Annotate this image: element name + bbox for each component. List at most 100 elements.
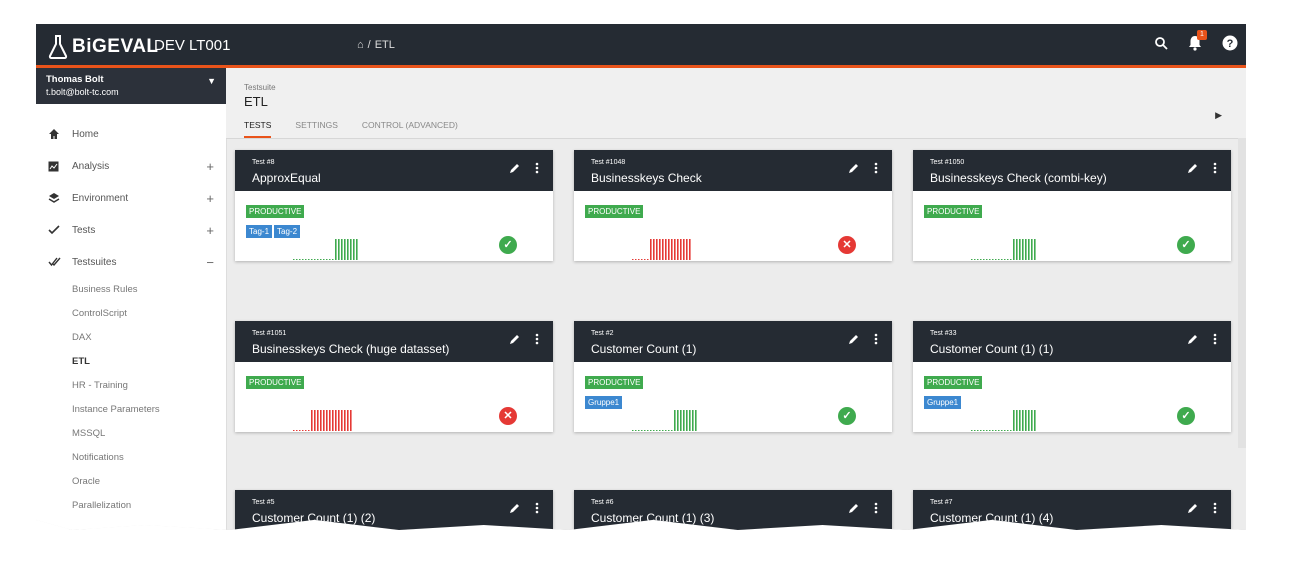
- test-card[interactable]: Test #2 Customer Count (1) PRODUCTIVE Grupp…: [574, 321, 892, 432]
- testsuite-item[interactable]: HR - Training: [36, 374, 226, 398]
- more-vert-icon[interactable]: [1213, 502, 1217, 517]
- test-card[interactable]: Test #1048 Businesskeys Check PRODUCTIVE ✕: [574, 150, 892, 261]
- test-name[interactable]: Customer Count (1) (1): [930, 342, 1053, 356]
- testsuite-item[interactable]: Parallelization: [36, 494, 226, 518]
- nav-toggle[interactable]: +: [206, 159, 214, 174]
- card-header: Test #5 Customer Count (1) (2): [235, 490, 553, 530]
- more-vert-icon[interactable]: [535, 333, 539, 348]
- tab-tests[interactable]: TESTS: [244, 120, 272, 138]
- edit-pencil-icon[interactable]: [509, 333, 521, 348]
- more-vert-icon[interactable]: [874, 162, 878, 177]
- testsuite-item[interactable]: Notifications: [36, 446, 226, 470]
- flask-icon: [48, 35, 68, 59]
- success-check-icon: ✓: [1177, 407, 1195, 425]
- testsuite-item[interactable]: MSSQL: [36, 422, 226, 446]
- card-header: Test #2 Customer Count (1): [574, 321, 892, 362]
- card-header: Test #1051 Businesskeys Check (huge datas…: [235, 321, 553, 362]
- more-vert-icon[interactable]: [874, 333, 878, 348]
- test-id: Test #33: [930, 330, 957, 337]
- test-card[interactable]: Test #33 Customer Count (1) (1) PRODUCTIVE…: [913, 321, 1231, 432]
- error-x-icon: ✕: [838, 236, 856, 254]
- sidebar: Thomas Bolt t.bolt@bolt-tc.com ▼ Home An…: [36, 68, 227, 530]
- status-badge: PRODUCTIVE: [924, 205, 983, 218]
- test-name[interactable]: Businesskeys Check (combi-key): [930, 171, 1107, 185]
- page-title: ETL: [244, 94, 268, 109]
- card-body: PRODUCTIVE ✓: [913, 191, 1231, 261]
- test-id: Test #7: [930, 499, 953, 506]
- nav-item-environment[interactable]: Environment +: [36, 182, 226, 214]
- testsuite-item[interactable]: ETL: [36, 350, 226, 374]
- result-sparkline: [632, 410, 697, 431]
- edit-pencil-icon[interactable]: [1187, 502, 1199, 517]
- card-body: PRODUCTIVE Gruppe1 ✓: [574, 362, 892, 432]
- edit-pencil-icon[interactable]: [848, 333, 860, 348]
- test-id: Test #8: [252, 159, 275, 166]
- more-vert-icon[interactable]: [1213, 162, 1217, 177]
- test-name[interactable]: Customer Count (1) (2): [252, 511, 375, 525]
- test-id: Test #2: [591, 330, 614, 337]
- edit-pencil-icon[interactable]: [509, 502, 521, 517]
- test-card[interactable]: Test #7 Customer Count (1) (4): [913, 490, 1231, 530]
- scrollbar[interactable]: [1238, 138, 1246, 448]
- testsuite-item[interactable]: ControlScript: [36, 302, 226, 326]
- testsuite-item[interactable]: Instance Parameters: [36, 398, 226, 422]
- nav-item-analysis[interactable]: Analysis +: [36, 150, 226, 182]
- result-sparkline: [293, 239, 358, 260]
- edit-pencil-icon[interactable]: [848, 162, 860, 177]
- nav-label: Home: [72, 128, 99, 140]
- search-icon[interactable]: [1154, 36, 1168, 55]
- result-sparkline: [971, 410, 1036, 431]
- nav-item-home[interactable]: Home: [36, 118, 226, 150]
- test-name[interactable]: ApproxEqual: [252, 171, 321, 185]
- edit-pencil-icon[interactable]: [848, 502, 860, 517]
- nav-toggle[interactable]: +: [206, 223, 214, 238]
- testsuite-item[interactable]: Oracle: [36, 470, 226, 494]
- tag-badge: Tag-1: [246, 225, 273, 238]
- testsuite-list: Business Rules ControlScript DAX ETL HR - Tr…: [36, 278, 226, 518]
- test-name[interactable]: Customer Count (1) (3): [591, 511, 714, 525]
- test-name[interactable]: Customer Count (1): [591, 342, 696, 356]
- edit-pencil-icon[interactable]: [1187, 333, 1199, 348]
- nav-item-testsuites[interactable]: Testsuites −: [36, 246, 226, 278]
- edit-pencil-icon[interactable]: [1187, 162, 1199, 177]
- breadcrumb-current: ETL: [374, 39, 395, 51]
- edit-pencil-icon[interactable]: [509, 162, 521, 177]
- tag-badge: Gruppe1: [585, 396, 623, 409]
- user-menu[interactable]: Thomas Bolt t.bolt@bolt-tc.com ▼: [36, 68, 226, 104]
- caret-down-icon[interactable]: ▼: [207, 76, 216, 86]
- card-body: PRODUCTIVE Gruppe1 ✓: [913, 362, 1231, 432]
- double-check-icon: [48, 257, 62, 267]
- test-card[interactable]: Test #6 Customer Count (1) (3): [574, 490, 892, 530]
- nav-label: Tests: [72, 224, 96, 236]
- test-name[interactable]: Businesskeys Check: [591, 171, 702, 185]
- test-card[interactable]: Test #1050 Businesskeys Check (combi-key)…: [913, 150, 1231, 261]
- bell-icon[interactable]: 1: [1188, 30, 1207, 56]
- tab-control-advanced[interactable]: CONTROL (ADVANCED): [362, 120, 458, 138]
- more-vert-icon[interactable]: [1213, 333, 1217, 348]
- layers-icon: [48, 192, 62, 204]
- test-name[interactable]: Businesskeys Check (huge datasset): [252, 342, 449, 356]
- card-header: Test #33 Customer Count (1) (1): [913, 321, 1231, 362]
- testsuite-item[interactable]: Business Rules: [36, 278, 226, 302]
- tab-bar: TESTS SETTINGS CONTROL (ADVANCED): [244, 120, 458, 138]
- status-badge: PRODUCTIVE: [246, 205, 305, 218]
- home-icon: [48, 128, 62, 140]
- test-id: Test #1048: [591, 159, 626, 166]
- test-card[interactable]: Test #8 ApproxEqual PRODUCTIVE Tag-1 Tag-2 ✓: [235, 150, 553, 261]
- help-icon[interactable]: ?: [1222, 35, 1238, 56]
- expand-arrow-icon[interactable]: ▶: [1215, 110, 1222, 121]
- nav-toggle[interactable]: +: [206, 191, 214, 206]
- nav-toggle[interactable]: −: [206, 255, 214, 270]
- test-card[interactable]: Test #5 Customer Count (1) (2): [235, 490, 553, 530]
- testsuite-item[interactable]: DAX: [36, 326, 226, 350]
- test-name[interactable]: Customer Count (1) (4): [930, 511, 1053, 525]
- logo[interactable]: BiGEVAL: [48, 34, 159, 60]
- more-vert-icon[interactable]: [535, 162, 539, 177]
- tab-settings[interactable]: SETTINGS: [295, 120, 338, 138]
- more-vert-icon[interactable]: [874, 502, 878, 517]
- more-vert-icon[interactable]: [535, 502, 539, 517]
- test-card[interactable]: Test #1051 Businesskeys Check (huge datas…: [235, 321, 553, 432]
- nav-item-tests[interactable]: Tests +: [36, 214, 226, 246]
- home-breadcrumb-icon[interactable]: ⌂: [357, 39, 364, 51]
- breadcrumb-separator: /: [367, 39, 371, 51]
